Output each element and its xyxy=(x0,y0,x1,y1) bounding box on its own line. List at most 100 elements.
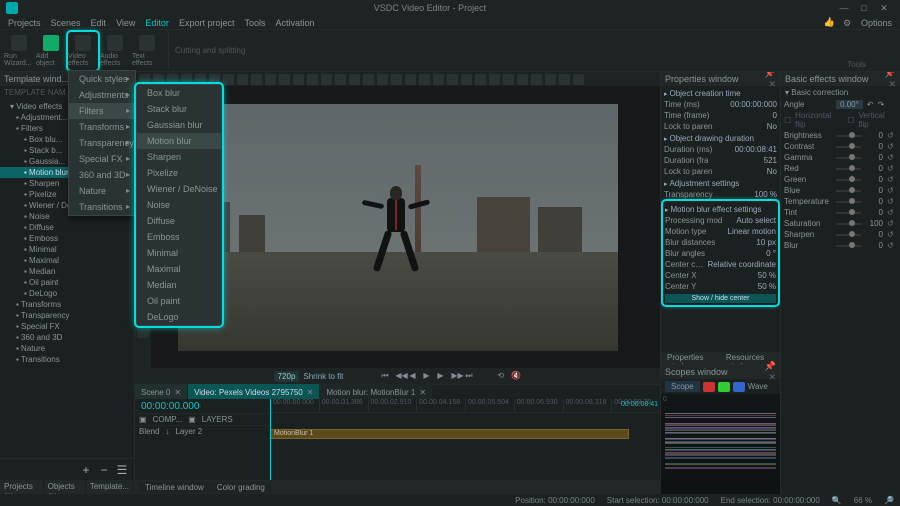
slider-blur[interactable]: Blur0↺ xyxy=(781,240,900,251)
toolbar-btn-13[interactable] xyxy=(321,74,332,85)
tree-maximal[interactable]: ▪ Maximal xyxy=(0,255,134,266)
sidebar-btn-17[interactable] xyxy=(137,326,149,338)
scope-select[interactable]: Scope xyxy=(665,381,700,392)
prev-frame-icon[interactable]: ◀◀ xyxy=(395,371,405,381)
toolbar-btn-23[interactable] xyxy=(461,74,472,85)
step-fwd-icon[interactable]: ▶ xyxy=(437,371,447,381)
toolbar-btn-16[interactable] xyxy=(363,74,374,85)
toolbar-btn-22[interactable] xyxy=(447,74,458,85)
toolbar-btn-19[interactable] xyxy=(405,74,416,85)
close-button[interactable]: ✕ xyxy=(874,3,894,14)
slider-sharpen[interactable]: Sharpen0↺ xyxy=(781,229,900,240)
tree-transforms[interactable]: ▪ Transforms xyxy=(0,299,134,310)
mb-center-x[interactable]: Center X50 % xyxy=(665,270,776,281)
filter-item-box-blur[interactable]: Box blur xyxy=(137,85,221,101)
toolbar-btn-12[interactable] xyxy=(307,74,318,85)
timeline-ruler[interactable]: 00.00.00.00000.00.01.38600.00.02.91000.0… xyxy=(270,399,660,413)
toolbar-btn-28[interactable] xyxy=(531,74,542,85)
tree-360-and-3d[interactable]: ▪ 360 and 3D xyxy=(0,332,134,343)
filter-item-emboss[interactable]: Emboss xyxy=(137,229,221,245)
prop-time-frame-[interactable]: Time (frame)0 xyxy=(664,110,777,121)
tree-minimal[interactable]: ▪ Minimal xyxy=(0,244,134,255)
rotate-right-icon[interactable]: ↷ xyxy=(877,100,884,109)
toolbar-btn-25[interactable] xyxy=(489,74,500,85)
menu-item-transparency[interactable]: Transparency xyxy=(69,135,135,151)
prop-time-ms-[interactable]: Time (ms)00:00:00:000 xyxy=(664,99,777,110)
menu-projects[interactable]: Projects xyxy=(8,18,41,28)
tab-objects-explorer[interactable]: Objects ex... xyxy=(44,480,86,494)
mb-processing-mod[interactable]: Processing modAuto select xyxy=(665,215,776,226)
filter-item-sharpen[interactable]: Sharpen xyxy=(137,149,221,165)
filter-item-oil-paint[interactable]: Oil paint xyxy=(137,293,221,309)
add-object-button[interactable]: Add object xyxy=(36,32,66,70)
next-frame-icon[interactable]: ▶▶ xyxy=(451,371,461,381)
filter-item-delogo[interactable]: DeLogo xyxy=(137,309,221,325)
tab-properties[interactable]: Properties window xyxy=(661,352,720,364)
mb-motion-type[interactable]: Motion typeLinear motion xyxy=(665,226,776,237)
options-gear-icon[interactable]: ⚙ xyxy=(843,18,853,28)
like-button[interactable]: 👍 xyxy=(824,17,835,28)
prop-lock-to-paren[interactable]: Lock to parenNo xyxy=(664,121,777,132)
toolbar-btn-17[interactable] xyxy=(377,74,388,85)
mb-blur-distances[interactable]: Blur distances10 px xyxy=(665,237,776,248)
toolbar-btn-20[interactable] xyxy=(419,74,430,85)
vflip-checkbox[interactable]: Vertical flip xyxy=(859,111,897,129)
status-zoom-in[interactable]: 🔎 xyxy=(884,496,894,505)
tree-delogo[interactable]: ▪ DeLogo xyxy=(0,288,134,299)
tab-timeline-window[interactable]: Timeline window xyxy=(139,482,210,493)
scope-wave-label[interactable]: Wave xyxy=(748,382,768,391)
menu-item-transitions[interactable]: Transitions xyxy=(69,199,135,215)
tab-template[interactable]: Template... xyxy=(86,480,134,494)
rotate-left-icon[interactable]: ↶ xyxy=(867,100,874,109)
menu-edit[interactable]: Edit xyxy=(91,18,107,28)
tree-median[interactable]: ▪ Median xyxy=(0,266,134,277)
filter-item-pixelize[interactable]: Pixelize xyxy=(137,165,221,181)
tree-special-fx[interactable]: ▪ Special FX xyxy=(0,321,134,332)
resolution-badge[interactable]: 720p xyxy=(274,371,300,382)
toolbar-btn-3[interactable] xyxy=(181,74,192,85)
scope-r-icon[interactable] xyxy=(703,382,715,392)
menu-export[interactable]: Export project xyxy=(179,18,235,28)
toolbar-btn-15[interactable] xyxy=(349,74,360,85)
mute-icon[interactable]: 🔇 xyxy=(511,371,521,381)
menu-item-360-and-3d[interactable]: 360 and 3D xyxy=(69,167,135,183)
playhead[interactable] xyxy=(270,399,271,480)
toolbar-btn-2[interactable] xyxy=(167,74,178,85)
menu-item-nature[interactable]: Nature xyxy=(69,183,135,199)
tab-scene[interactable]: Scene 0✕ xyxy=(135,384,187,399)
tree-oil-paint[interactable]: ▪ Oil paint xyxy=(0,277,134,288)
mb-center-coordinat[interactable]: Center coordinatRelative coordinate xyxy=(665,259,776,270)
toolbar-btn-6[interactable] xyxy=(223,74,234,85)
toolbar-btn-5[interactable] xyxy=(209,74,220,85)
slider-brightness[interactable]: Brightness0↺ xyxy=(781,130,900,141)
toolbar-btn-27[interactable] xyxy=(517,74,528,85)
skip-start-icon[interactable]: ⏮ xyxy=(381,371,391,381)
toolbar-btn-30[interactable] xyxy=(559,74,570,85)
text-effects-button[interactable]: Text effects xyxy=(132,32,162,70)
tree-diffuse[interactable]: ▪ Diffuse xyxy=(0,222,134,233)
tree-transparency[interactable]: ▪ Transparency xyxy=(0,310,134,321)
menu-activation[interactable]: Activation xyxy=(275,18,314,28)
skip-end-icon[interactable]: ⏭ xyxy=(465,371,475,381)
options-link[interactable]: Options xyxy=(861,18,892,28)
prop-duration-ms-[interactable]: Duration (ms)00:00:08:41 xyxy=(664,144,777,155)
slider-temperature[interactable]: Temperature0↺ xyxy=(781,196,900,207)
filter-item-motion-blur[interactable]: Motion blur xyxy=(137,133,221,149)
tab-motionblur[interactable]: Motion blur: MotionBlur 1✕ xyxy=(320,384,432,399)
menu-scenes[interactable]: Scenes xyxy=(51,18,81,28)
clip-motionblur[interactable]: MotionBlur 1 xyxy=(270,429,629,439)
audio-effects-button[interactable]: Audio effects xyxy=(100,32,130,70)
status-zoom-out[interactable]: 🔍 xyxy=(832,496,842,505)
toolbar-btn-24[interactable] xyxy=(475,74,486,85)
menu-item-transforms[interactable]: Transforms xyxy=(69,119,135,135)
show-hide-center-button[interactable]: Show / hide center xyxy=(665,294,776,303)
play-icon[interactable]: ▶ xyxy=(423,371,433,381)
tree-remove-button[interactable]: − xyxy=(97,463,111,477)
toolbar-btn-26[interactable] xyxy=(503,74,514,85)
timeline-tracks[interactable]: 00.00.00.00000.00.01.38600.00.02.91000.0… xyxy=(270,399,660,480)
loop-icon[interactable]: ⟲ xyxy=(497,371,507,381)
step-back-icon[interactable]: ◀ xyxy=(409,371,419,381)
menu-item-adjustments[interactable]: Adjustments xyxy=(69,87,135,103)
filter-item-diffuse[interactable]: Diffuse xyxy=(137,213,221,229)
filter-item-median[interactable]: Median xyxy=(137,277,221,293)
